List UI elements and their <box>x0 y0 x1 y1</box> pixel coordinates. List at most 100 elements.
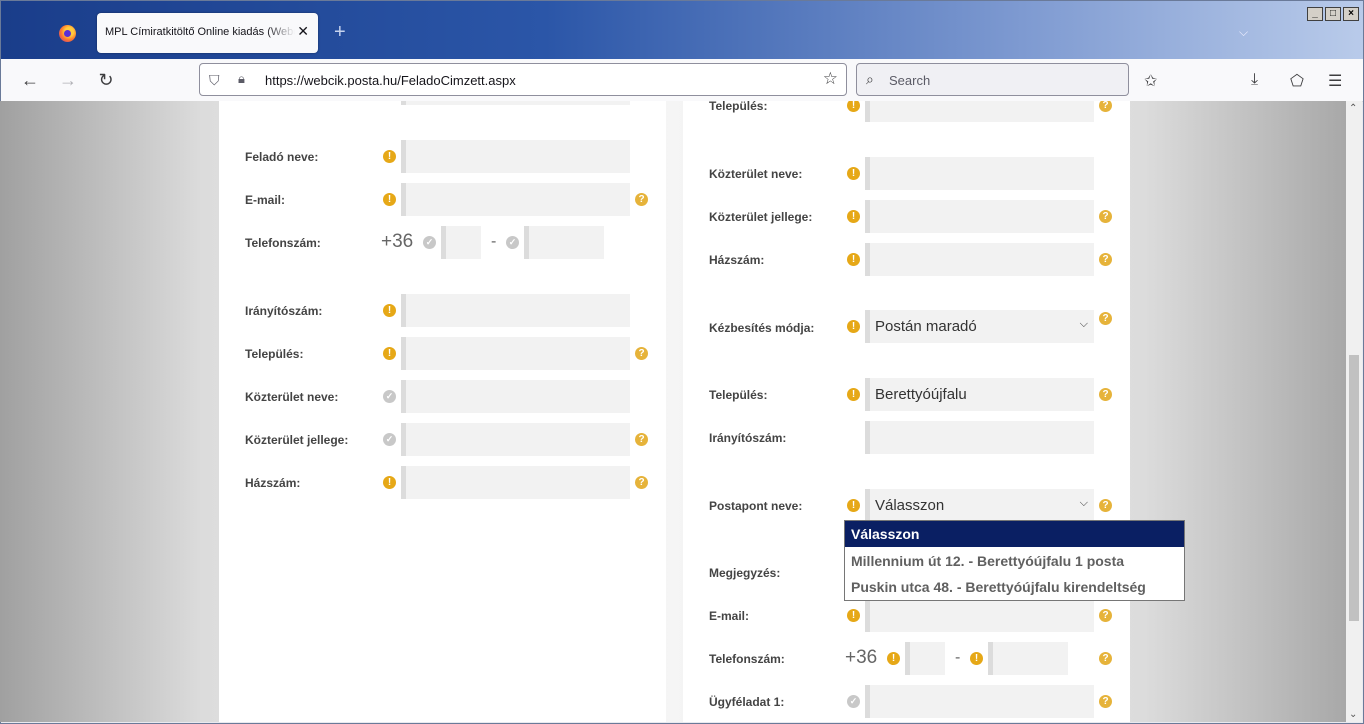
phone-label: Telefonszám: <box>245 236 321 250</box>
city-input-top[interactable] <box>865 101 1094 122</box>
scroll-thumb[interactable] <box>1349 355 1359 621</box>
phone-label: Telefonszám: <box>709 652 785 666</box>
pocket-icon[interactable]: ✩ <box>1144 71 1157 91</box>
download-icon[interactable]: ⤓ <box>1251 71 1258 89</box>
delivery-mode-select[interactable]: Postán maradó ⌵ <box>865 310 1094 343</box>
zip-label: Irányítószám: <box>245 304 323 318</box>
tab-title: MPL Címiratkitöltő Online kiadás (Webcik… <box>105 26 295 38</box>
street-type-input[interactable] <box>401 423 630 456</box>
required-icon: ! <box>847 167 860 180</box>
help-icon[interactable]: ? <box>1099 210 1112 223</box>
forward-icon[interactable]: → <box>56 68 80 92</box>
new-tab-icon[interactable]: + <box>334 21 346 44</box>
city-input[interactable] <box>401 337 630 370</box>
ok-icon: ✓ <box>383 433 396 446</box>
reload-icon[interactable]: ↻ <box>94 68 118 92</box>
required-icon: ! <box>970 652 983 665</box>
help-icon[interactable]: ? <box>1099 312 1112 325</box>
dropdown-option[interactable]: Millennium út 12. - Berettyóújfalu 1 pos… <box>845 548 1184 574</box>
close-window-button[interactable]: × <box>1343 7 1359 21</box>
help-icon[interactable]: ? <box>1099 388 1112 401</box>
required-icon: ! <box>847 101 860 112</box>
required-icon: ! <box>383 476 396 489</box>
zip-input[interactable] <box>401 294 630 327</box>
required-icon: ! <box>847 320 860 333</box>
help-icon[interactable]: ? <box>1099 101 1112 112</box>
required-icon: ! <box>383 150 396 163</box>
help-icon[interactable]: ? <box>635 193 648 206</box>
phone-area-input[interactable] <box>441 226 481 259</box>
menu-icon[interactable]: ☰ <box>1328 71 1342 91</box>
delivery-mode-value: Postán maradó <box>875 318 977 335</box>
street-type-label: Közterület jellege: <box>709 210 813 224</box>
dropdown-option[interactable]: Puskin utca 48. - Berettyóújfalu kirende… <box>845 574 1184 600</box>
search-input[interactable]: ⌕ Search <box>856 63 1129 96</box>
zip-input[interactable] <box>865 421 1094 454</box>
help-icon[interactable]: ? <box>1099 695 1112 708</box>
email-input[interactable] <box>401 183 630 216</box>
email-input[interactable] <box>865 599 1094 632</box>
city-label: Település: <box>245 347 304 361</box>
street-name-label: Közterület neve: <box>245 390 339 404</box>
client-data-input[interactable] <box>865 685 1094 718</box>
shield-icon[interactable]: ⛉ <box>209 72 220 89</box>
bookmark-star-icon[interactable]: ☆ <box>823 69 838 89</box>
sender-name-label: Feladó neve: <box>245 150 319 164</box>
required-icon: ! <box>847 210 860 223</box>
ok-icon: ✓ <box>423 236 436 249</box>
help-icon[interactable]: ? <box>635 433 648 446</box>
window-controls: _ □ × <box>1307 7 1359 21</box>
scroll-up-icon[interactable]: ⌃ <box>1349 103 1357 114</box>
tab-active[interactable]: MPL Címiratkitöltő Online kiadás (Webcik… <box>97 13 318 53</box>
street-name-label: Közterület neve: <box>709 167 803 181</box>
street-type-label: Közterület jellege: <box>245 433 349 447</box>
city-label-top: Település: <box>709 101 768 113</box>
list-all-tabs-icon[interactable]: ⌵ <box>1239 25 1248 40</box>
phone-dash: - <box>955 649 961 666</box>
ok-icon: ✓ <box>383 390 396 403</box>
phone-number-input[interactable] <box>524 226 604 259</box>
phone-number-input[interactable] <box>988 642 1068 675</box>
tab-close-icon[interactable]: ✕ <box>297 23 309 40</box>
extensions-icon[interactable]: ⬠ <box>1290 71 1304 91</box>
street-name-input[interactable] <box>865 157 1094 190</box>
search-placeholder: Search <box>889 73 931 88</box>
ok-icon: ✓ <box>847 695 860 708</box>
sender-name-input[interactable] <box>401 140 630 173</box>
help-icon[interactable]: ? <box>1099 499 1112 512</box>
street-name-input[interactable] <box>401 380 630 413</box>
url-text[interactable]: https://webcik.posta.hu/FeladoCimzett.as… <box>265 73 516 88</box>
house-number-input[interactable] <box>401 466 630 499</box>
help-icon[interactable]: ? <box>635 476 648 489</box>
required-icon: ! <box>887 652 900 665</box>
postpoint-select[interactable]: Válasszon ⌵ <box>865 489 1094 522</box>
title-bar: MPL Címiratkitöltő Online kiadás (Webcik… <box>1 1 1363 59</box>
required-icon: ! <box>383 193 396 206</box>
url-bar[interactable]: ⛉ 🔒︎ https://webcik.posta.hu/FeladoCimze… <box>199 63 847 96</box>
minimize-button[interactable]: _ <box>1307 7 1323 21</box>
required-icon: ! <box>847 253 860 266</box>
house-number-input[interactable] <box>865 243 1094 276</box>
email-label: E-mail: <box>709 609 750 623</box>
postpoint-dropdown-list[interactable]: Válasszon Millennium út 12. - Berettyóúj… <box>844 520 1185 601</box>
page-scrollbar[interactable]: ⌃ ⌄ <box>1346 101 1362 722</box>
phone-prefix: +36 <box>381 231 414 252</box>
help-icon[interactable]: ? <box>1099 253 1112 266</box>
required-icon: ! <box>383 304 396 317</box>
field-top-partial[interactable] <box>401 101 630 105</box>
maximize-button[interactable]: □ <box>1325 7 1341 21</box>
phone-area-input[interactable] <box>905 642 945 675</box>
house-number-label: Házszám: <box>245 476 301 490</box>
street-type-input[interactable] <box>865 200 1094 233</box>
city-input[interactable]: Berettyóújfalu <box>865 378 1094 411</box>
help-icon[interactable]: ? <box>1099 652 1112 665</box>
phone-dash: - <box>491 233 497 250</box>
lock-icon[interactable]: 🔒︎ <box>238 71 245 87</box>
back-icon[interactable]: ← <box>18 68 42 92</box>
phone-prefix: +36 <box>845 647 878 668</box>
scroll-down-icon[interactable]: ⌄ <box>1349 709 1357 720</box>
help-icon[interactable]: ? <box>1099 609 1112 622</box>
dropdown-option[interactable]: Válasszon <box>845 521 1184 547</box>
help-icon[interactable]: ? <box>635 347 648 360</box>
postpoint-label: Postapont neve: <box>709 499 803 513</box>
